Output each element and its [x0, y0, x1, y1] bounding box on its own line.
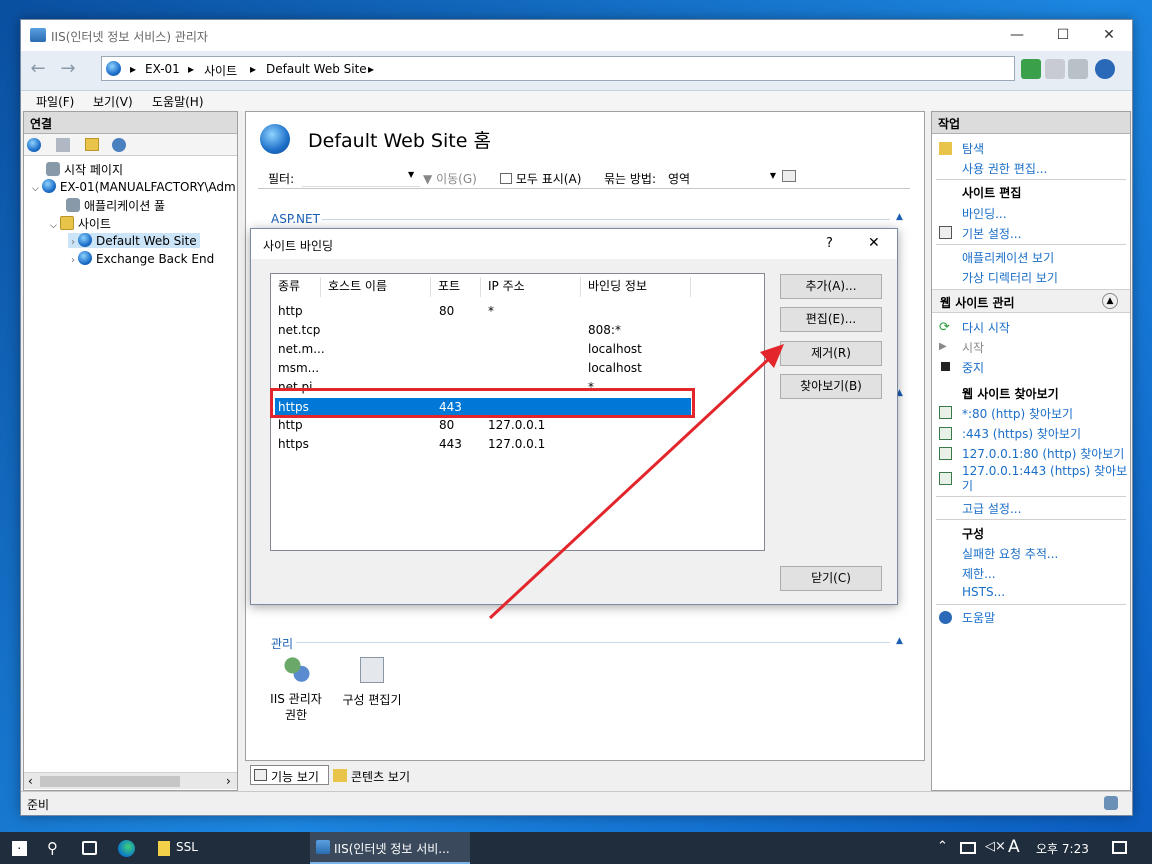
annotation-arrow — [488, 344, 784, 620]
edge-icon[interactable] — [118, 840, 135, 857]
network-icon[interactable] — [960, 842, 976, 854]
folder-icon[interactable] — [158, 841, 170, 856]
task-view-icon[interactable] — [82, 841, 97, 855]
taskbar-item-iis-active[interactable]: IIS(인터넷 정보 서비... — [310, 832, 470, 864]
chevron-up-icon[interactable]: ⌃ — [937, 839, 948, 854]
input-language[interactable]: A — [1008, 837, 1020, 857]
taskbar: ⚲ SSL IIS(인터넷 정보 서비... ⌃ ◁× A 오후 7:23 — [0, 832, 1152, 864]
notification-icon[interactable] — [1112, 841, 1127, 854]
windows-start-icon[interactable] — [12, 841, 27, 856]
clock-time[interactable]: 오후 7:23 — [1036, 840, 1089, 857]
taskbar-item-ssl[interactable]: SSL — [176, 840, 198, 854]
iis-app-icon — [316, 840, 330, 854]
search-icon[interactable]: ⚲ — [47, 839, 58, 857]
volume-muted-icon[interactable]: ◁× — [985, 839, 1006, 854]
